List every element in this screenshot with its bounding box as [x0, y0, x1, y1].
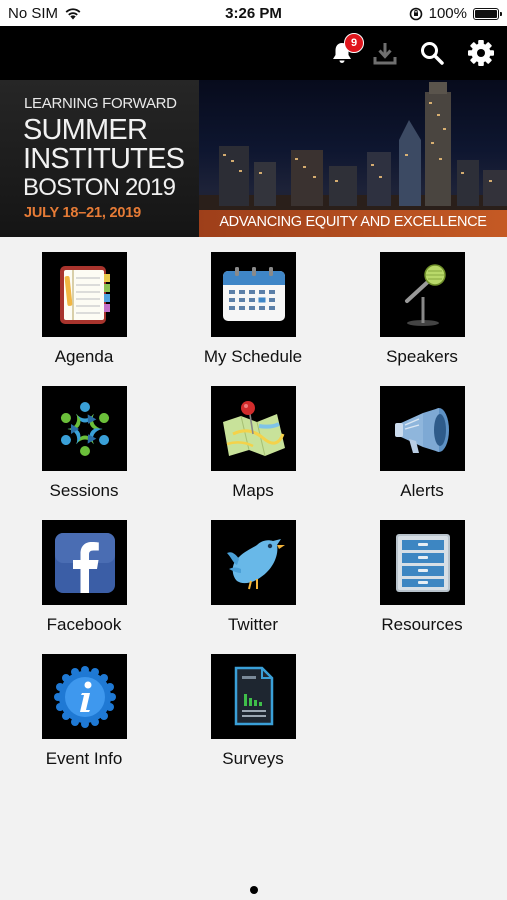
- info-icon: [53, 665, 116, 728]
- people-circle-icon: [60, 401, 109, 456]
- notification-badge: 9: [344, 33, 364, 53]
- status-right: 100%: [409, 5, 502, 22]
- megaphone-icon: [394, 407, 449, 453]
- microphone-icon: [404, 263, 446, 326]
- banner-title-panel: LEARNING FORWARD SUMMER INSTITUTES BOSTO…: [0, 80, 199, 237]
- status-bar: No SIM 3:26 PM 100%: [0, 0, 507, 26]
- page-indicator-dot: [250, 886, 258, 894]
- tile-label: Speakers: [386, 347, 458, 366]
- search-icon: [421, 42, 444, 65]
- facebook-icon: [54, 532, 115, 593]
- orientation-lock-icon: [409, 7, 422, 20]
- tile-label: Maps: [232, 481, 274, 500]
- twitter-bird-icon: [226, 538, 285, 589]
- survey-document-icon: [234, 666, 273, 725]
- settings-button[interactable]: [465, 37, 497, 69]
- filing-cabinet-icon: [395, 533, 450, 592]
- banner-title-line2: INSTITUTES: [23, 143, 185, 175]
- battery-percent: 100%: [428, 5, 467, 22]
- download-button[interactable]: [369, 37, 401, 69]
- banner-dates: JULY 18–21, 2019: [24, 205, 141, 221]
- calendar-icon: [222, 266, 285, 321]
- banner-subtitle: LEARNING FORWARD: [24, 95, 177, 112]
- tile-label: Sessions: [49, 481, 119, 500]
- banner-tagline: ADVANCING EQUITY AND EXCELLENCE: [219, 214, 487, 230]
- download-icon: [373, 43, 397, 65]
- search-button[interactable]: [416, 37, 448, 69]
- tile-label: Resources: [381, 615, 463, 634]
- top-toolbar: 9: [0, 26, 507, 80]
- map-icon: [222, 400, 285, 456]
- gear-icon: [468, 40, 494, 66]
- tile-label: Facebook: [46, 615, 122, 634]
- tile-label: Surveys: [222, 749, 284, 768]
- tile-label: Event Info: [45, 749, 123, 768]
- tile-label: My Schedule: [203, 347, 303, 366]
- agenda-icon: [59, 265, 110, 324]
- banner-title-line3: BOSTON 2019: [23, 174, 176, 201]
- banner-title-line1: SUMMER: [23, 114, 148, 146]
- tile-label: Alerts: [400, 481, 444, 500]
- notifications-button[interactable]: 9: [326, 33, 364, 69]
- battery-icon: [473, 7, 502, 20]
- tile-label: Twitter: [227, 615, 279, 634]
- tile-label: Agenda: [54, 347, 114, 366]
